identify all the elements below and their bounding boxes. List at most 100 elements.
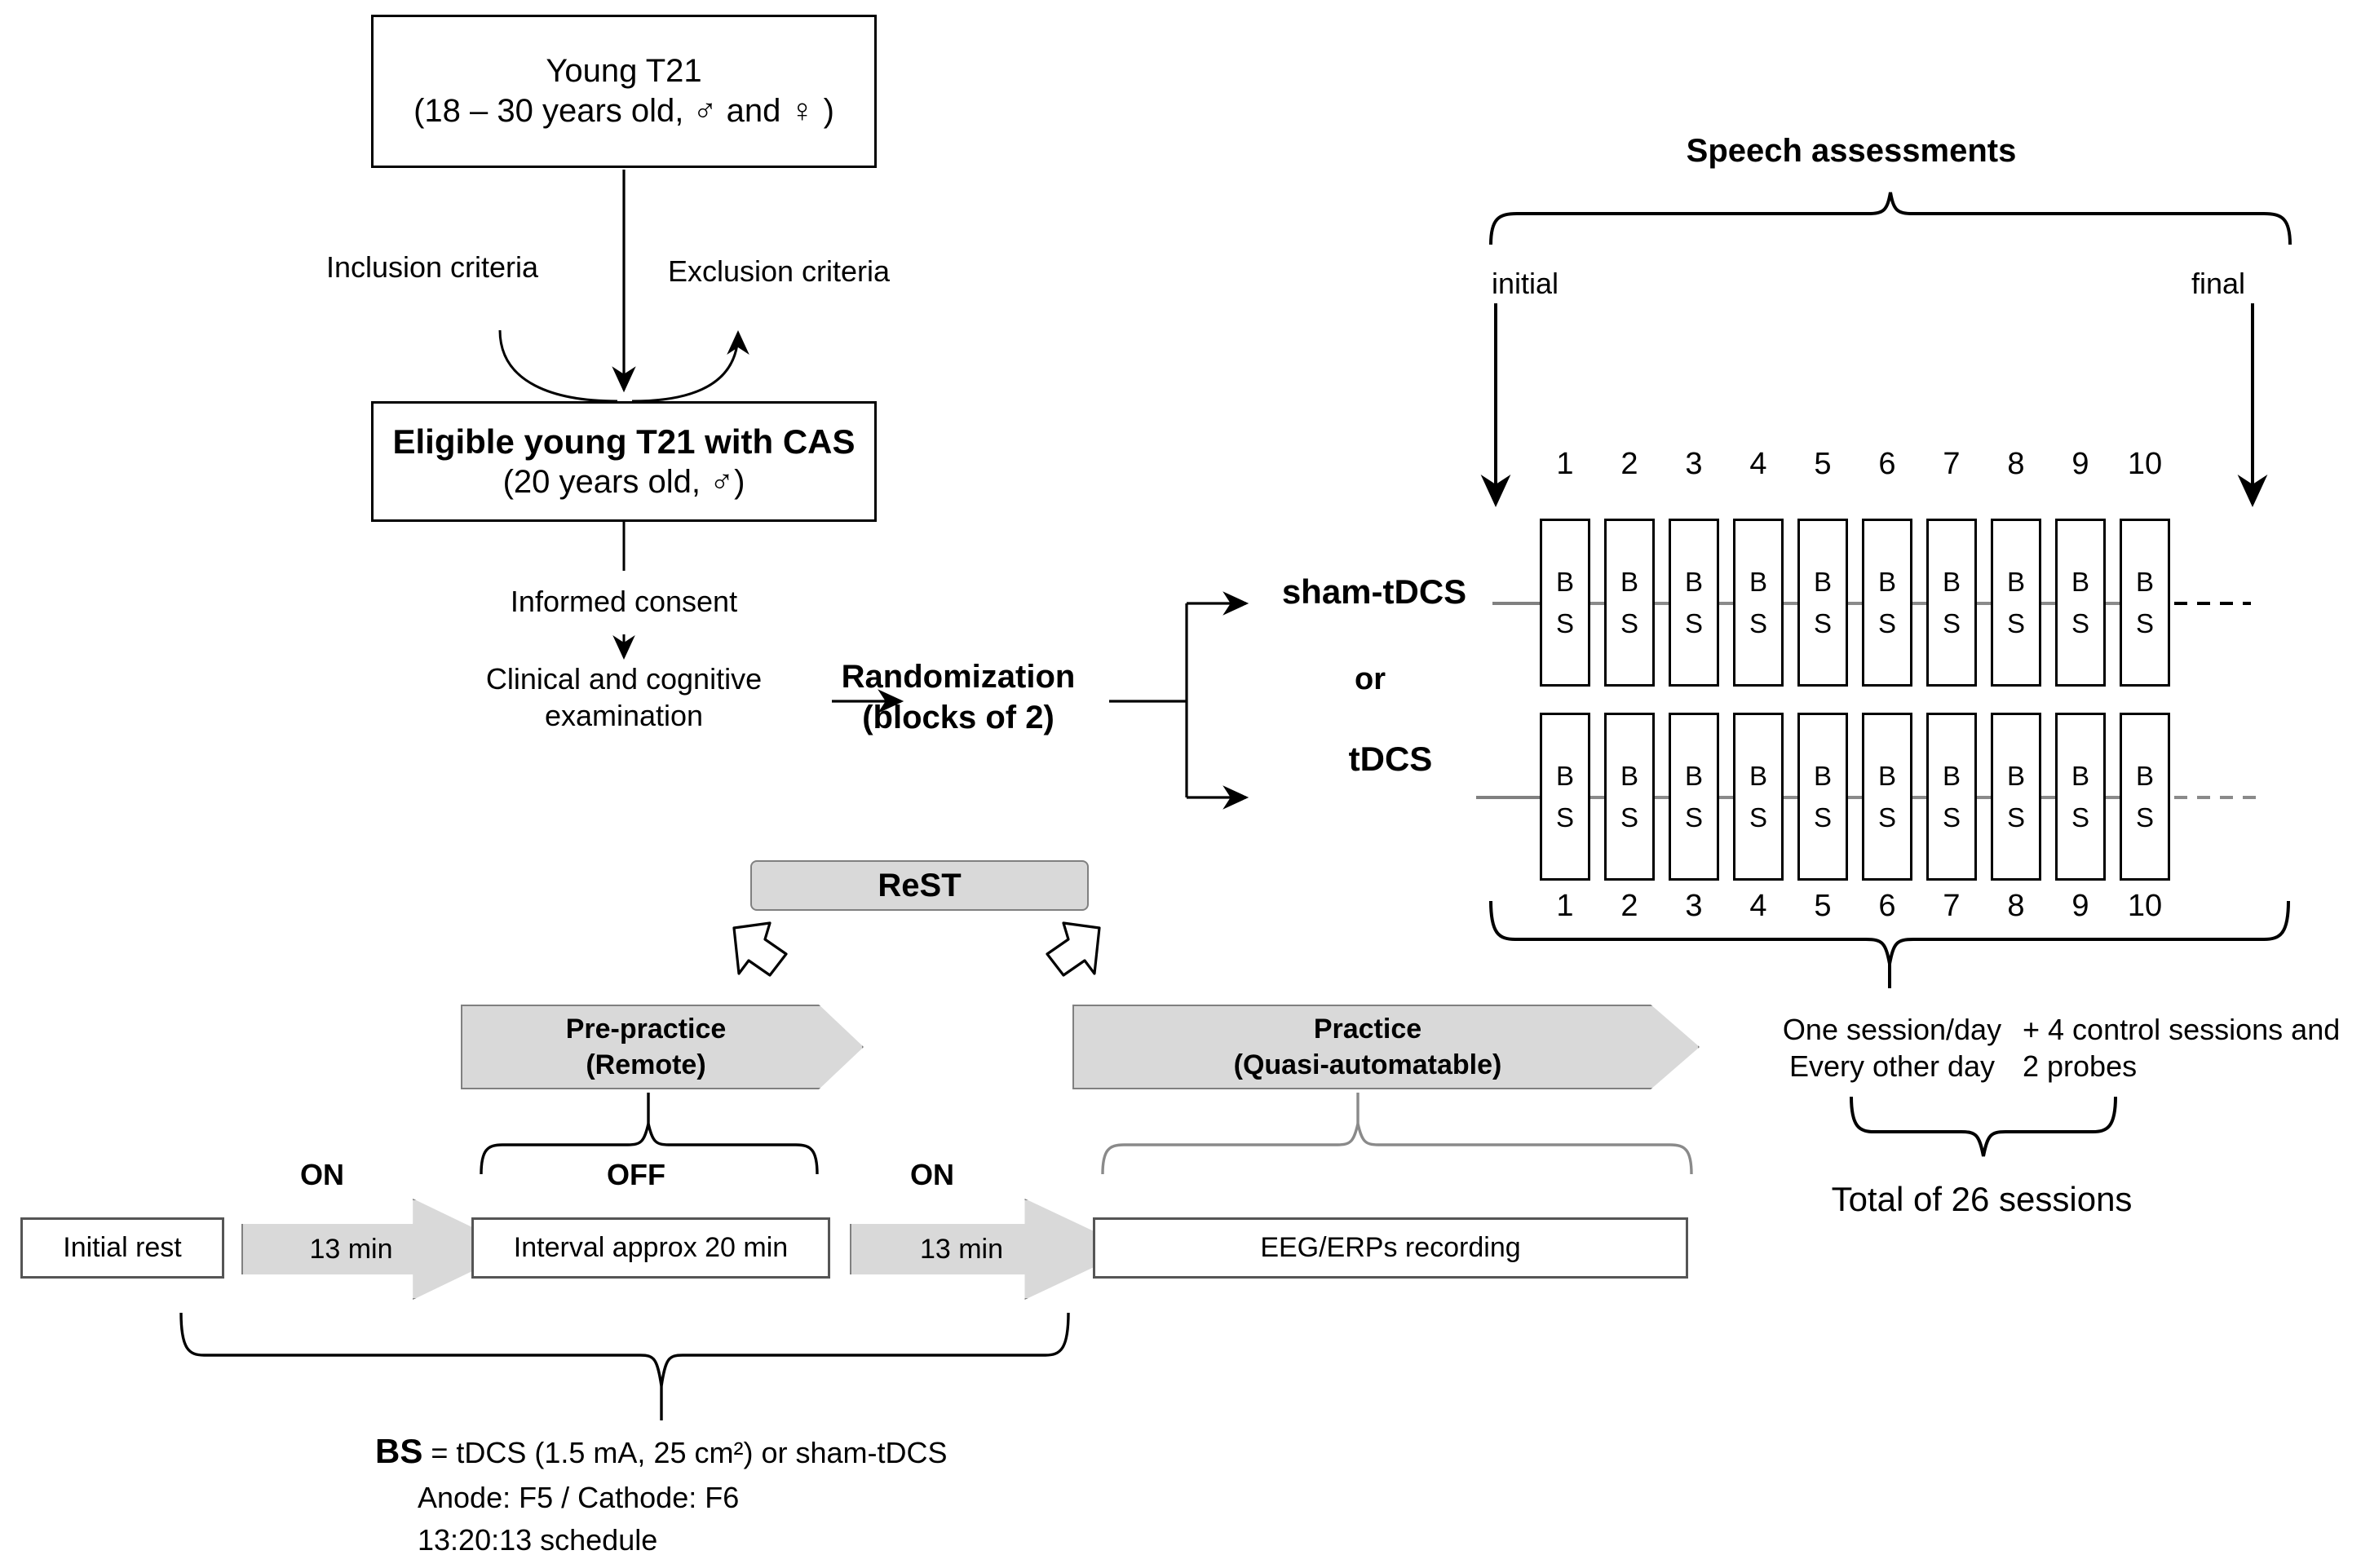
- bs-cell-line2: S: [1877, 802, 1896, 833]
- session-number-bottom: 1: [1556, 889, 1574, 923]
- session-number-bottom: 5: [1814, 889, 1832, 923]
- stimulation-off-label: OFF: [607, 1158, 665, 1191]
- randomization-label: Randomization (blocks of 2): [816, 656, 1101, 738]
- bs-legend: BS = tDCS (1.5 mA, 25 cm²) or sham-tDCS …: [375, 1427, 1109, 1561]
- stimulation-duration-1: 13 min: [309, 1233, 393, 1265]
- bs-cell-line2: S: [2006, 802, 2025, 833]
- bs-session-cell: BS: [1862, 519, 1912, 687]
- bs-definition: = tDCS (1.5 mA, 25 cm²) or sham-tDCS: [422, 1436, 948, 1469]
- bs-cell-line1: B: [2006, 760, 2025, 791]
- bs-session-cell: BS: [1797, 519, 1848, 687]
- session-number-top: 6: [1878, 447, 1896, 481]
- session-number-top: 4: [1749, 447, 1767, 481]
- bs-session-cell: BS: [1669, 713, 1719, 881]
- total-sessions-label: Total of 26 sessions: [1831, 1180, 2133, 1218]
- eligible-line2: (20 years old, ♂): [502, 464, 745, 501]
- bs-session-cell: BS: [1604, 713, 1655, 881]
- bs-cell-line2: S: [2071, 802, 2089, 833]
- pre-practice-line1: Pre-practice: [565, 1013, 727, 1045]
- bs-session-cell: BS: [1991, 713, 2041, 881]
- bs-cell-line1: B: [1749, 566, 1767, 597]
- speech-assessments-title: Speech assessments: [1686, 133, 2017, 169]
- stimulation-arrow-2: 13 min: [850, 1199, 1132, 1300]
- bs-cell-line2: S: [1877, 608, 1896, 638]
- practice-line2: (Quasi-automatable): [1233, 1049, 1502, 1080]
- bs-session-cell: BS: [2055, 713, 2106, 881]
- session-number-top: 10: [2127, 447, 2163, 481]
- session-number-top: 9: [2071, 447, 2089, 481]
- eligible-participant-box: Eligible young T21 with CAS (20 years ol…: [371, 401, 877, 522]
- initial-rest-box: Initial rest: [20, 1217, 224, 1279]
- rest-box: ReST: [750, 860, 1089, 911]
- bs-session-cell: BS: [1991, 519, 2041, 687]
- bs-cell-line2: S: [1684, 608, 1703, 638]
- practice-chevron: Practice (Quasi-automatable): [1072, 1005, 1700, 1089]
- session-number-bottom: 2: [1620, 889, 1638, 923]
- electrode-montage: Anode: F5 / Cathode: F6: [418, 1480, 740, 1514]
- randomization-line2: (blocks of 2): [862, 700, 1054, 735]
- bs-session-cell: BS: [1926, 713, 1977, 881]
- bs-cell-line1: B: [2135, 566, 2154, 597]
- bs-session-cell: BS: [1733, 713, 1784, 881]
- bs-cell-line1: B: [2135, 760, 2154, 791]
- session-number-bottom: 6: [1878, 889, 1896, 923]
- bs-cell-line1: B: [2071, 566, 2089, 597]
- young-t21-box: Young T21 (18 – 30 years old, ♂ and ♀ ): [371, 15, 877, 168]
- bs-cell-line2: S: [1555, 802, 1574, 833]
- session-number-top: 7: [1943, 447, 1961, 481]
- bs-cell-line2: S: [2135, 802, 2154, 833]
- session-number-bottom: 7: [1943, 889, 1961, 923]
- bs-session-cell: BS: [1669, 519, 1719, 687]
- bs-cell-line2: S: [1620, 802, 1638, 833]
- bs-session-cell: BS: [2120, 519, 2170, 687]
- bs-cell-line2: S: [1684, 802, 1703, 833]
- bs-cell-line1: B: [1942, 760, 1961, 791]
- bs-cell-line2: S: [2006, 608, 2025, 638]
- bs-cell-line2: S: [1620, 608, 1638, 638]
- bs-session-cell: BS: [2120, 713, 2170, 881]
- initial-assessment-label: initial: [1491, 267, 1559, 300]
- eligible-line1: Eligible young T21 with CAS: [392, 422, 856, 461]
- initial-rest-label: Initial rest: [63, 1231, 182, 1263]
- control-sessions-line1: + 4 control sessions and: [2023, 1013, 2341, 1046]
- session-frequency-label: One session/day Every other day: [1757, 1011, 2027, 1084]
- bs-cell-line1: B: [2071, 760, 2089, 791]
- bs-cell-line1: B: [1813, 760, 1832, 791]
- stimulation-schedule: 13:20:13 schedule: [418, 1523, 658, 1557]
- control-sessions-label: + 4 control sessions and 2 probes: [2023, 1011, 2349, 1084]
- session-number-bottom: 3: [1685, 889, 1703, 923]
- session-number-top: 5: [1814, 447, 1832, 481]
- randomization-line1: Randomization: [841, 659, 1076, 695]
- bs-cell-line2: S: [1942, 802, 1961, 833]
- flowchart-canvas: Young T21 (18 – 30 years old, ♂ and ♀ ) …: [0, 0, 2361, 1568]
- bs-cell-line2: S: [1813, 802, 1832, 833]
- bs-cell-line2: S: [1942, 608, 1961, 638]
- bs-cell-line2: S: [1749, 802, 1767, 833]
- bs-session-cell: BS: [2055, 519, 2106, 687]
- bs-definition-line: BS = tDCS (1.5 mA, 25 cm²) or sham-tDCS: [375, 1427, 1109, 1477]
- bs-cell-line2: S: [2071, 608, 2089, 638]
- session-number-bottom: 10: [2127, 889, 2163, 923]
- pre-practice-line2: (Remote): [586, 1049, 706, 1080]
- stimulation-on-label-1: ON: [300, 1158, 344, 1191]
- eeg-recording-box: EEG/ERPs recording: [1093, 1217, 1688, 1279]
- session-number-bottom: 4: [1749, 889, 1767, 923]
- session-frequency-line2: Every other day: [1788, 1049, 1996, 1083]
- session-number-top: 1: [1556, 447, 1574, 481]
- bs-session-cell: BS: [1797, 713, 1848, 881]
- session-number-top: 2: [1620, 447, 1638, 481]
- session-number-top: 3: [1685, 447, 1703, 481]
- bs-session-cell: BS: [1604, 519, 1655, 687]
- bs-cell-line1: B: [1555, 760, 1574, 791]
- sham-tdcs-arm-label: sham-tDCS: [1281, 572, 1467, 611]
- pre-practice-chevron: Pre-practice (Remote): [461, 1005, 864, 1089]
- exclusion-criteria-label: Exclusion criteria: [667, 254, 891, 288]
- bs-cell-line1: B: [1684, 760, 1703, 791]
- stimulation-on-label-2: ON: [910, 1158, 954, 1191]
- informed-consent-label: Informed consent: [510, 585, 738, 618]
- session-number-bottom: 9: [2071, 889, 2089, 923]
- bs-cell-line1: B: [1620, 566, 1638, 597]
- control-sessions-line2: 2 probes: [2023, 1049, 2138, 1083]
- bs-session-cell: BS: [1733, 519, 1784, 687]
- bs-session-cell: BS: [1926, 519, 1977, 687]
